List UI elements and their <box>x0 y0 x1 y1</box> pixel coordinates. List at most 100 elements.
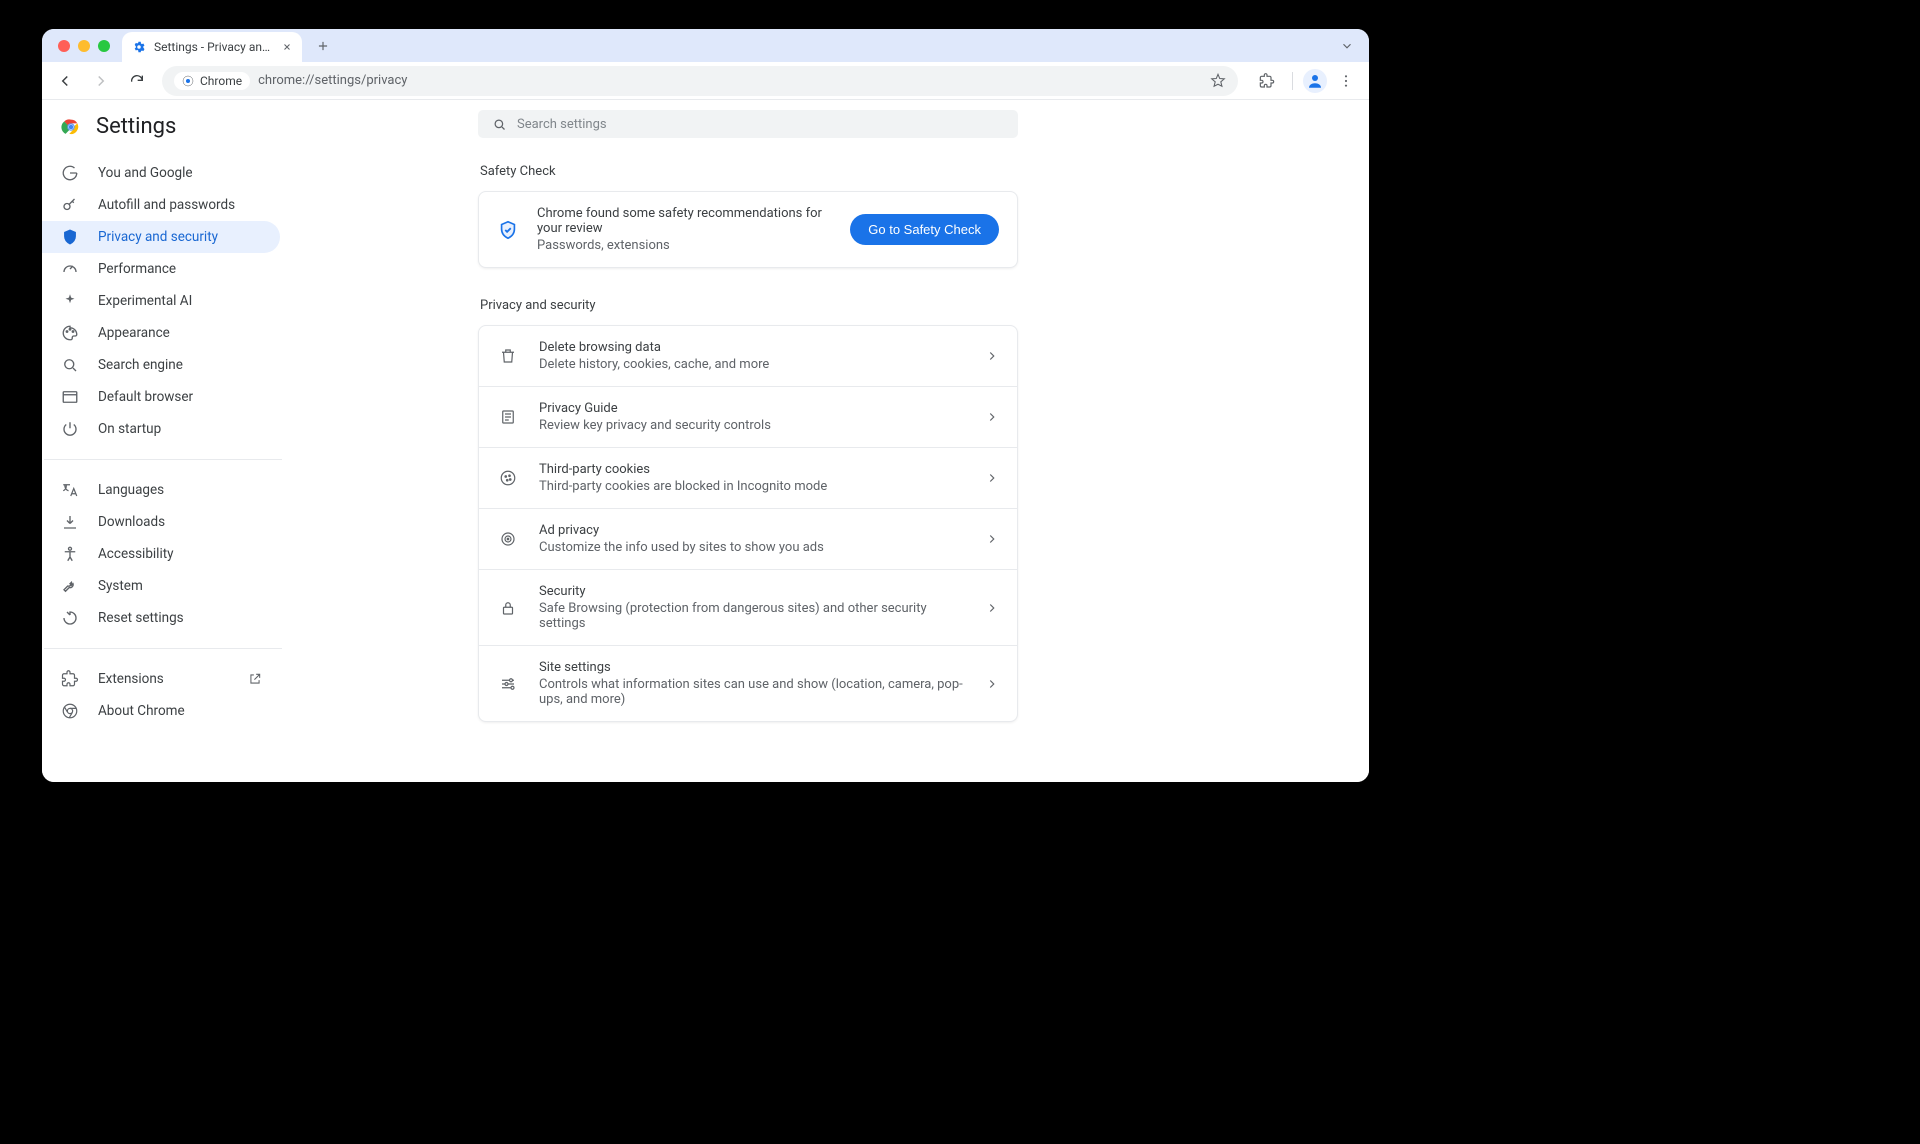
row-subtitle: Customize the info used by sites to show… <box>539 540 965 555</box>
search-icon <box>60 356 80 374</box>
bookmark-star-icon[interactable] <box>1210 73 1226 89</box>
nav-search-engine[interactable]: Search engine <box>42 349 280 381</box>
row-subtitle: Third-party cookies are blocked in Incog… <box>539 479 965 494</box>
translate-icon <box>60 481 80 499</box>
row-title: Ad privacy <box>539 523 965 538</box>
nav-downloads[interactable]: Downloads <box>42 506 280 538</box>
nav-label: Autofill and passwords <box>98 197 235 213</box>
nav-label: Languages <box>98 482 164 498</box>
app-title: Settings <box>96 114 176 139</box>
nav-on-startup[interactable]: On startup <box>42 413 280 445</box>
chevron-right-icon <box>985 410 999 424</box>
nav-accessibility[interactable]: Accessibility <box>42 538 280 570</box>
search-placeholder: Search settings <box>517 117 607 132</box>
row-site-settings[interactable]: Site settings Controls what information … <box>479 645 1017 721</box>
nav-about-chrome[interactable]: About Chrome <box>42 695 280 727</box>
accessibility-icon <box>60 545 80 563</box>
safety-check-row: Chrome found some safety recommendations… <box>479 192 1017 267</box>
nav-experimental-ai[interactable]: Experimental AI <box>42 285 280 317</box>
window-traffic-lights <box>58 40 110 52</box>
target-icon <box>497 530 519 548</box>
nav-system[interactable]: System <box>42 570 280 602</box>
nav-privacy-security[interactable]: Privacy and security <box>42 221 280 253</box>
reset-icon <box>60 609 80 627</box>
section-title-safety: Safety Check <box>478 164 1018 179</box>
nav-default-browser[interactable]: Default browser <box>42 381 280 413</box>
row-subtitle: Controls what information sites can use … <box>539 677 965 707</box>
nav-label: Search engine <box>98 357 183 373</box>
site-chip-label: Chrome <box>200 74 242 88</box>
toolbar-divider <box>1292 72 1293 90</box>
nav-label: Downloads <box>98 514 165 530</box>
chevron-right-icon <box>985 677 999 691</box>
nav-label: Accessibility <box>98 546 174 562</box>
toolbar-right <box>1252 66 1361 96</box>
nav-separator <box>44 459 282 460</box>
profile-avatar-button[interactable] <box>1303 69 1327 93</box>
puzzle-icon <box>60 670 80 688</box>
row-title: Security <box>539 584 965 599</box>
address-bar[interactable]: Chrome chrome://settings/privacy <box>162 66 1238 96</box>
extensions-button[interactable] <box>1252 66 1282 96</box>
row-title: Third-party cookies <box>539 462 965 477</box>
settings-sidebar: Settings You and Google Autofill and pas… <box>42 100 282 782</box>
row-security[interactable]: Security Safe Browsing (protection from … <box>479 569 1017 645</box>
go-to-safety-check-button[interactable]: Go to Safety Check <box>850 214 999 245</box>
window-minimize-button[interactable] <box>78 40 90 52</box>
row-subtitle: Delete history, cookies, cache, and more <box>539 357 965 372</box>
tab-strip: Settings - Privacy and security <box>42 29 1369 62</box>
nav-languages[interactable]: Languages <box>42 474 280 506</box>
google-g-icon <box>60 164 80 182</box>
chevron-right-icon <box>985 349 999 363</box>
nav-you-and-google[interactable]: You and Google <box>42 157 280 189</box>
back-button[interactable] <box>50 66 80 96</box>
open-external-icon <box>248 672 262 686</box>
window-close-button[interactable] <box>58 40 70 52</box>
tab-close-button[interactable] <box>282 42 292 52</box>
nav-reset-settings[interactable]: Reset settings <box>42 602 280 634</box>
site-info-chip[interactable]: Chrome <box>174 72 250 90</box>
settings-search-input[interactable]: Search settings <box>478 110 1018 138</box>
main-column: Search settings Safety Check Chrome foun… <box>282 100 1369 782</box>
forward-button[interactable] <box>86 66 116 96</box>
browser-tab[interactable]: Settings - Privacy and security <box>122 32 302 62</box>
nav-label: Privacy and security <box>98 229 218 245</box>
tab-favicon-gear-icon <box>132 40 146 54</box>
wrench-icon <box>60 577 80 595</box>
trash-icon <box>497 347 519 365</box>
safety-subtitle: Passwords, extensions <box>537 238 832 253</box>
tab-search-button[interactable] <box>1333 33 1361 59</box>
row-ad-privacy[interactable]: Ad privacy Customize the info used by si… <box>479 508 1017 569</box>
chrome-logo-icon <box>182 75 194 87</box>
row-third-party-cookies[interactable]: Third-party cookies Third-party cookies … <box>479 447 1017 508</box>
chrome-menu-button[interactable] <box>1331 66 1361 96</box>
nav-label: On startup <box>98 421 161 437</box>
reload-button[interactable] <box>122 66 152 96</box>
chevron-right-icon <box>985 601 999 615</box>
new-tab-button[interactable] <box>310 33 336 59</box>
nav-performance[interactable]: Performance <box>42 253 280 285</box>
power-icon <box>60 420 80 438</box>
row-subtitle: Review key privacy and security controls <box>539 418 965 433</box>
nav-separator <box>44 648 282 649</box>
nav-label: Experimental AI <box>98 293 192 309</box>
page-content: Settings You and Google Autofill and pas… <box>42 100 1369 782</box>
row-delete-browsing-data[interactable]: Delete browsing data Delete history, coo… <box>479 326 1017 386</box>
row-privacy-guide[interactable]: Privacy Guide Review key privacy and sec… <box>479 386 1017 447</box>
nav-section-advanced: Languages Downloads Accessibility System… <box>42 470 282 638</box>
nav-autofill-passwords[interactable]: Autofill and passwords <box>42 189 280 221</box>
nav-section-main: You and Google Autofill and passwords Pr… <box>42 153 282 449</box>
window-zoom-button[interactable] <box>98 40 110 52</box>
nav-label: System <box>98 578 143 594</box>
chrome-logo-icon <box>60 116 82 138</box>
nav-label: Appearance <box>98 325 170 341</box>
palette-icon <box>60 324 80 342</box>
nav-extensions[interactable]: Extensions <box>42 663 280 695</box>
nav-label: Performance <box>98 261 176 277</box>
nav-label: Reset settings <box>98 610 184 626</box>
nav-appearance[interactable]: Appearance <box>42 317 280 349</box>
app-header: Settings <box>42 114 282 153</box>
nav-label: You and Google <box>98 165 193 181</box>
chevron-right-icon <box>985 532 999 546</box>
speedometer-icon <box>60 260 80 278</box>
